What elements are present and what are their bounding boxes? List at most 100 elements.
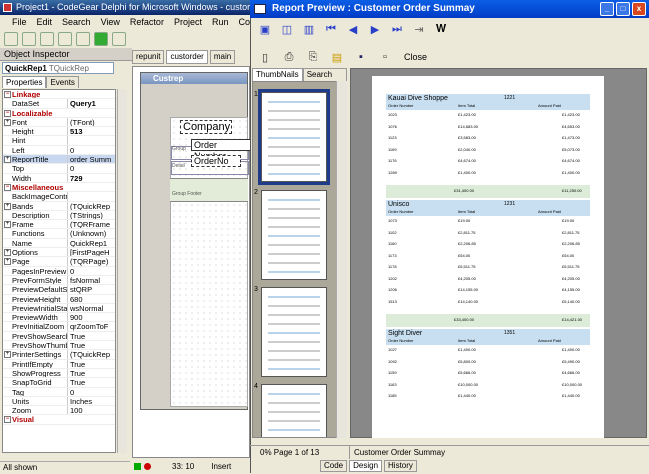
- company-label[interactable]: Company: [180, 120, 232, 134]
- menu-item[interactable]: Edit: [37, 15, 53, 29]
- open-icon[interactable]: [22, 32, 36, 46]
- previous-page-icon[interactable]: ◀: [346, 22, 360, 36]
- property-row[interactable]: Zoom 100: [3, 406, 115, 416]
- print-icon[interactable]: ⎙: [282, 50, 296, 64]
- property-row[interactable]: PreviewHeight 680: [3, 294, 115, 304]
- menu-item[interactable]: Search: [62, 15, 91, 29]
- zoom-100-icon[interactable]: ◫: [280, 22, 294, 36]
- property-value[interactable]: [FirstPageH: [67, 248, 115, 257]
- property-row[interactable]: Tag 0: [3, 387, 115, 397]
- thumbnail-page[interactable]: 1: [254, 89, 330, 185]
- tab-search-results[interactable]: Search Results: [302, 68, 347, 91]
- minimize-button[interactable]: _: [600, 2, 614, 16]
- close-window-button[interactable]: x: [632, 2, 646, 16]
- menu-item[interactable]: File: [12, 15, 27, 29]
- property-row[interactable]: BackImageControl: [3, 192, 115, 202]
- property-row[interactable]: Name QuickRep1: [3, 238, 115, 249]
- tab-custorder[interactable]: custorder: [166, 50, 208, 64]
- property-row[interactable]: Left 0: [3, 145, 115, 156]
- expand-icon[interactable]: +: [4, 156, 11, 164]
- expand-icon[interactable]: +: [4, 258, 11, 266]
- property-row[interactable]: PrintIfEmpty True: [3, 359, 115, 369]
- thumbnail-scrollbar[interactable]: [336, 81, 347, 438]
- property-row[interactable]: Height 513: [3, 127, 115, 137]
- property-value[interactable]: Query1: [67, 99, 115, 108]
- group-footer-band[interactable]: Group Footer: [170, 178, 248, 202]
- property-row[interactable]: ShowProgress True: [3, 368, 115, 379]
- property-row[interactable]: PreviewWidth 900: [3, 313, 115, 323]
- property-value[interactable]: True: [67, 331, 115, 341]
- property-value[interactable]: (TQRFrame: [67, 220, 115, 229]
- property-value[interactable]: (TQuickRep: [67, 350, 115, 359]
- property-row[interactable]: SnapToGrid True: [3, 378, 115, 388]
- property-row[interactable]: PrevShowThumbsTrue: [3, 341, 115, 351]
- close-preview-icon[interactable]: ▫: [378, 50, 392, 64]
- property-value[interactable]: QuickRep1: [67, 238, 115, 248]
- object-selector[interactable]: QuickRep1 TQuickRep: [2, 62, 114, 74]
- property-value[interactable]: True: [67, 341, 115, 350]
- expand-icon[interactable]: +: [4, 118, 11, 126]
- expand-icon[interactable]: +: [4, 221, 11, 229]
- property-row[interactable]: DataSet Query1: [3, 99, 115, 109]
- collapse-icon[interactable]: −: [4, 109, 11, 117]
- property-value[interactable]: fsNormal: [67, 275, 115, 285]
- open-project-icon[interactable]: [76, 32, 90, 46]
- tab-main[interactable]: main: [209, 50, 236, 64]
- property-row[interactable]: PagesInPreview 0: [3, 266, 115, 276]
- expand-icon[interactable]: +: [4, 202, 11, 210]
- search-text-icon[interactable]: 𝐖: [434, 22, 448, 36]
- property-row[interactable]: Description (TStrings): [3, 210, 115, 221]
- property-value[interactable]: wsNormal: [67, 303, 115, 313]
- page-setup-icon[interactable]: ▯: [258, 50, 272, 64]
- property-value[interactable]: 900: [67, 313, 115, 322]
- maximize-button[interactable]: □: [616, 2, 630, 16]
- property-value[interactable]: 0: [67, 266, 115, 275]
- order-no-field[interactable]: OrderNo: [191, 155, 241, 167]
- goto-page-icon[interactable]: ⇥: [412, 22, 426, 36]
- property-value[interactable]: (TQuickRep: [67, 201, 115, 210]
- property-value[interactable]: (Unknown): [67, 229, 115, 238]
- property-value[interactable]: qrZoomToF: [67, 322, 115, 331]
- menu-item[interactable]: Run: [212, 15, 229, 29]
- property-row[interactable]: PreviewDefaultSavestQRP: [3, 285, 115, 295]
- property-row[interactable]: + Page (TQRPage): [3, 257, 115, 267]
- property-value[interactable]: (TStrings): [67, 210, 115, 220]
- last-page-icon[interactable]: ⏭: [390, 22, 404, 36]
- new-icon[interactable]: [4, 32, 18, 46]
- tab-repunit[interactable]: repunit: [132, 50, 165, 64]
- run-icon[interactable]: [94, 32, 108, 46]
- property-row[interactable]: Top 0: [3, 164, 115, 174]
- property-value[interactable]: [67, 192, 115, 201]
- print-setup-icon[interactable]: ⎘: [306, 50, 320, 64]
- property-category[interactable]: − Localizable: [3, 109, 115, 118]
- property-row[interactable]: Hint: [3, 136, 115, 146]
- tab-design[interactable]: Design: [349, 460, 383, 472]
- property-category[interactable]: − Linkage: [3, 90, 115, 100]
- property-row[interactable]: + Frame (TQRFrame: [3, 220, 115, 230]
- save-all-icon[interactable]: [58, 32, 72, 46]
- order-number-label[interactable]: Order Number: [191, 139, 251, 161]
- open-report-icon[interactable]: ▤: [330, 50, 344, 64]
- zoom-width-icon[interactable]: ▥: [302, 22, 316, 36]
- thumbnail-page[interactable]: 4: [254, 383, 327, 437]
- tab-code[interactable]: Code: [320, 460, 348, 472]
- property-row[interactable]: + Font (TFont): [3, 117, 115, 128]
- save-icon[interactable]: [40, 32, 54, 46]
- close-preview-button[interactable]: Close: [404, 52, 427, 62]
- tab-properties[interactable]: Properties: [2, 76, 47, 88]
- property-row[interactable]: + PrinterSettings (TQuickRep: [3, 350, 115, 360]
- first-page-icon[interactable]: ⏮: [324, 22, 338, 36]
- property-value[interactable]: 0: [67, 387, 115, 396]
- property-category[interactable]: − Miscellaneous: [3, 183, 115, 193]
- save-report-icon[interactable]: ▪: [354, 50, 368, 64]
- property-value[interactable]: True: [67, 368, 115, 378]
- property-value[interactable]: 0: [67, 145, 115, 155]
- property-row[interactable]: Width 729: [3, 173, 115, 183]
- property-row[interactable]: + ReportTitle order Summ: [3, 155, 115, 165]
- property-value[interactable]: order Summ: [67, 155, 115, 164]
- tab-events[interactable]: Events: [46, 76, 79, 88]
- collapse-icon[interactable]: −: [4, 183, 11, 191]
- next-page-icon[interactable]: ▶: [368, 22, 382, 36]
- menu-item[interactable]: Refactor: [130, 15, 164, 29]
- property-row[interactable]: PrevInitialZoom qrZoomToF: [3, 322, 115, 332]
